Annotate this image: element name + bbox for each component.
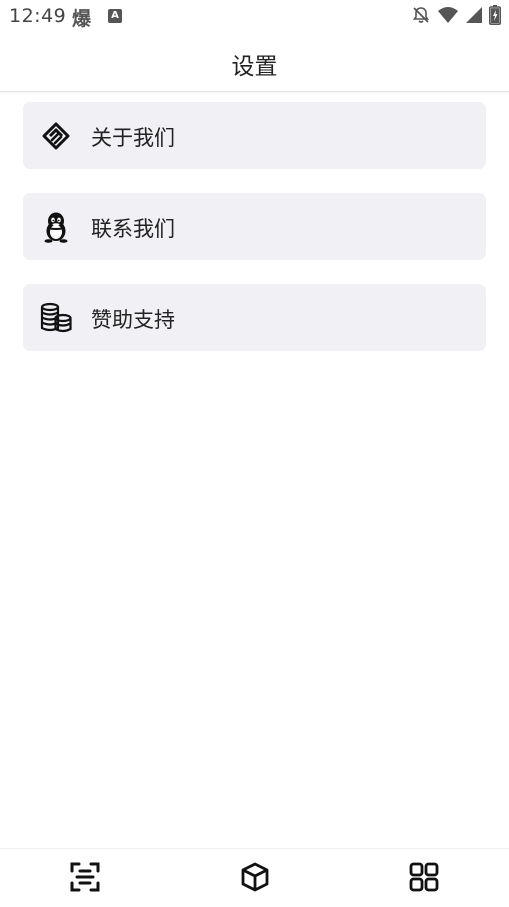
handshake-icon <box>39 119 73 153</box>
nav-cube-button[interactable] <box>237 861 273 897</box>
nav-grid-button[interactable] <box>406 861 442 897</box>
menu-item-label: 关于我们 <box>91 126 175 150</box>
menu-item-sponsor-support[interactable]: 赞助支持 <box>23 284 486 351</box>
page-title: 设置 <box>231 54 278 80</box>
notifications-off-icon <box>411 5 431 29</box>
status-time: 12:49 <box>9 5 67 27</box>
wifi-icon <box>437 6 459 28</box>
app-header: 设置 <box>0 34 509 92</box>
a-badge-icon: A <box>108 9 122 23</box>
qq-penguin-icon <box>39 210 73 244</box>
coins-icon <box>39 301 73 335</box>
status-icons <box>411 5 501 29</box>
grid-icon <box>408 861 440 897</box>
menu-item-contact-us[interactable]: 联系我们 <box>23 193 486 260</box>
menu-item-about-us[interactable]: 关于我们 <box>23 102 486 169</box>
bottom-navigation <box>0 848 509 907</box>
menu-item-label: 联系我们 <box>91 217 175 241</box>
status-bar: 12:49 爆 A <box>0 0 509 34</box>
settings-menu: 关于我们 联系我们 赞助支持 <box>23 102 486 375</box>
signal-icon <box>465 6 483 28</box>
scan-icon <box>69 861 101 897</box>
nav-scan-button[interactable] <box>67 861 103 897</box>
menu-item-label: 赞助支持 <box>91 308 175 332</box>
app-notification-icon: 爆 <box>72 8 92 30</box>
cube-icon <box>239 861 271 897</box>
battery-charging-icon <box>489 5 501 29</box>
